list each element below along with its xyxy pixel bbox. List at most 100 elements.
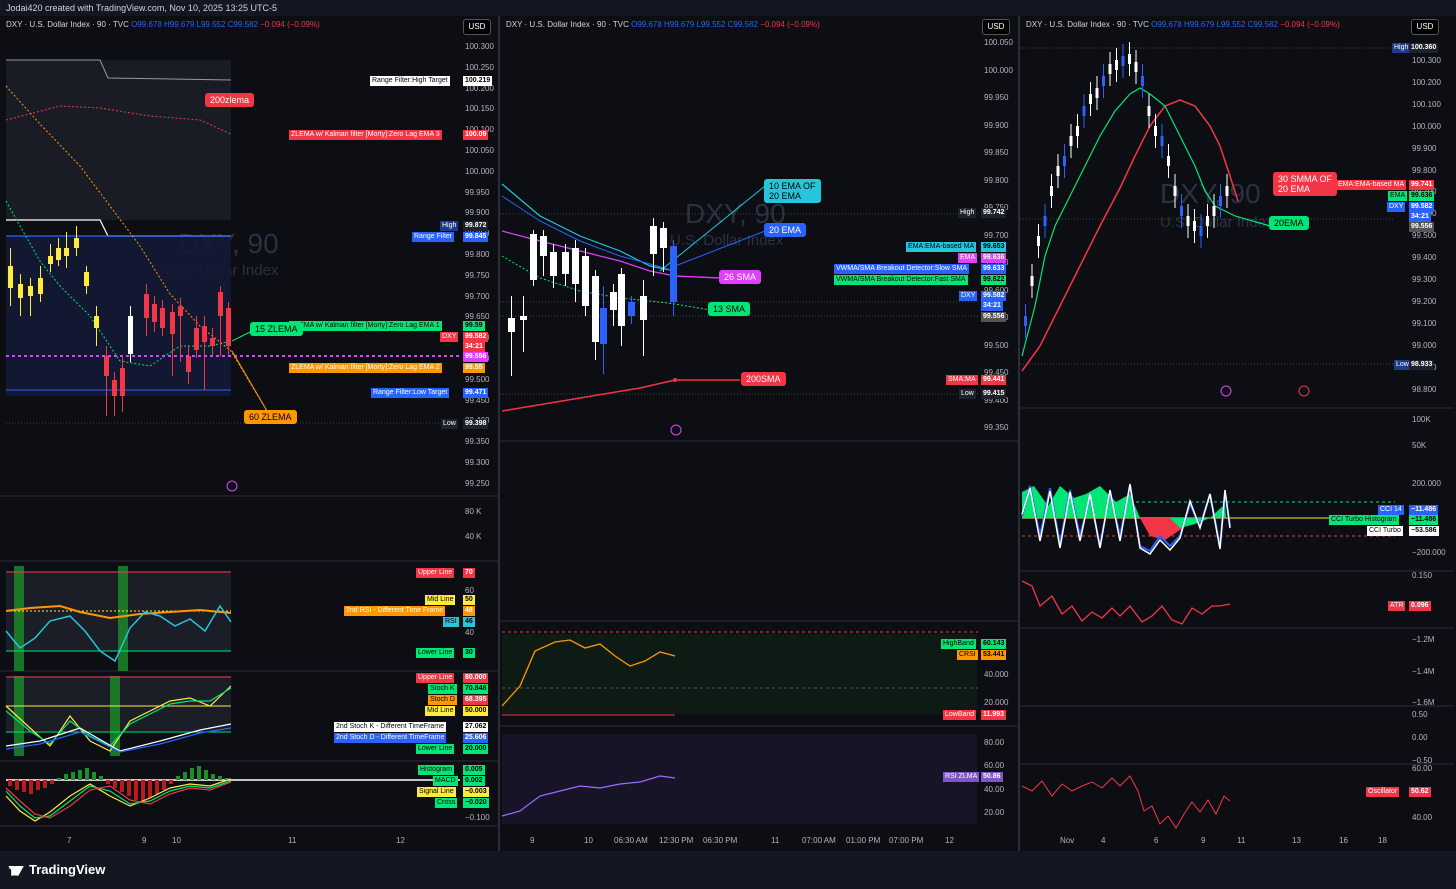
neg-tick: −1.4M [1412, 667, 1435, 676]
price-tick: 100.000 [1412, 121, 1441, 131]
callout-20ema: 20EMA [1269, 216, 1309, 230]
x-tick: 07:00 PM [889, 836, 924, 845]
high-value: 99.872 [463, 221, 489, 231]
candle [520, 316, 527, 320]
x-tick: 18 [1378, 836, 1387, 845]
range-high-label: Range Filter:High Target [370, 76, 450, 86]
panel3-plot [1020, 42, 1454, 829]
cci-turbo-value: −53.586 [1409, 526, 1439, 536]
candle [650, 226, 657, 254]
macd-tick: −0.100 [465, 813, 490, 822]
rsi-upper-value: 70 [463, 568, 475, 578]
volume-tick: 80 K [465, 507, 482, 516]
stoch-k-label: Stoch K [428, 684, 457, 694]
x-tick: 9 [1201, 836, 1206, 845]
ema-value: 99.636 [1409, 191, 1435, 201]
candle [1069, 136, 1073, 146]
cross-value: −0.020 [463, 798, 489, 808]
price-tick: 99.500 [984, 340, 1009, 350]
neg-tick: −1.6M [1412, 698, 1435, 707]
zlema1-value: 99.59 [463, 321, 485, 331]
x-tick: 7 [67, 836, 72, 845]
candle [1024, 316, 1027, 326]
candle [1147, 106, 1151, 116]
macd-hist-value: 0.005 [463, 765, 485, 775]
callout-30-smma-of-20-ema: 30 SMMA OF 20 EMA [1273, 172, 1338, 196]
osc-tick: 40.00 [1412, 813, 1433, 822]
stoch-mid-value: 50.000 [463, 706, 489, 716]
candle [572, 248, 579, 284]
candle [618, 274, 625, 326]
price-tick: 99.350 [984, 423, 1009, 432]
x-tick: 12 [396, 836, 405, 845]
candle [170, 312, 175, 334]
x-tick: 07:00 AM [802, 836, 836, 845]
high-value: 99.742 [981, 208, 1007, 218]
callout-26-sma: 26 SMA [719, 270, 762, 284]
macd-histogram-bar [190, 768, 194, 780]
callout-15-zlema: 15 ZLEMA [250, 322, 303, 336]
price-tick: 99.400 [1412, 253, 1437, 263]
price-tick: 99.200 [1412, 296, 1437, 306]
low-label: Low [959, 389, 976, 399]
candle [28, 286, 33, 296]
x-tick: 9 [142, 836, 147, 845]
x-tick: 11 [288, 836, 297, 845]
macd-histogram-bar [162, 780, 166, 790]
ema-label: EMA [958, 253, 978, 263]
candle [1141, 76, 1144, 86]
atr-value: 0.096 [1409, 601, 1431, 611]
candle [1154, 126, 1157, 136]
chart-panel-1[interactable]: DXY · U.S. Dollar Index · 90 · TVC O99.6… [0, 16, 500, 851]
volume-tick: 50K [1412, 441, 1427, 450]
grey-price: 99.556 [981, 312, 1007, 322]
candle [562, 252, 569, 274]
macd-value: 0.002 [463, 776, 485, 786]
tradingview-logo[interactable]: TradingView [8, 862, 105, 877]
price-tick: 99.850 [984, 148, 1009, 157]
price-tick: 99.900 [465, 208, 490, 218]
chart-panel-2[interactable]: DXY · U.S. Dollar Index · 90 · TVC O99.6… [500, 16, 1020, 851]
candle [104, 356, 109, 376]
x-tick: 4 [1101, 836, 1106, 845]
candle [94, 316, 99, 328]
atr-label: ATR [1388, 601, 1406, 611]
lowband-label: LowBand [943, 710, 977, 720]
candle [600, 308, 607, 344]
osc-tick: 60.00 [1412, 764, 1433, 773]
rsi-mid-value: 50 [463, 595, 475, 605]
signal-label: Signal Line [417, 787, 456, 797]
rsi-upper-label: Upper Line [416, 568, 455, 578]
cci-tick: 200.000 [1412, 479, 1441, 488]
callout-10-ema-of-20-ema: 10 EMA OF 20 EMA [764, 179, 821, 203]
candle [210, 338, 215, 346]
candle [48, 256, 53, 264]
cci-tick: −200.000 [1412, 548, 1446, 557]
mid-tick: 0.00 [1412, 733, 1428, 742]
rsi-tick: 60 [465, 586, 474, 595]
high-value: 100.360 [1409, 43, 1439, 53]
chart-attribution: Jodai420 created with TradingView.com, N… [0, 0, 1456, 16]
price-tick: 99.500 [465, 374, 490, 384]
dxy-label: DXY [959, 291, 978, 301]
oscillator-value: 50.62 [1409, 787, 1431, 797]
candle [194, 328, 199, 350]
dxy-price: 99.582 [981, 291, 1007, 301]
stoch-upper-value: 80.000 [463, 673, 489, 683]
zlema3-value: 100.09 [463, 130, 489, 140]
stoch-mid-label: Mid Line [425, 706, 456, 716]
candle [1089, 94, 1092, 104]
rsi-mid-label: Mid Line [425, 595, 456, 605]
price-tick: 100.300 [465, 42, 494, 51]
x-tick: 10 [584, 836, 593, 845]
candle [640, 296, 647, 320]
price-tick: 99.800 [984, 175, 1009, 185]
rsi2-value: 48 [463, 606, 475, 616]
chart-panel-3[interactable]: DXY · U.S. Dollar Index · 90 · TVC O99.6… [1020, 16, 1456, 851]
volume-tick: 100K [1412, 415, 1431, 424]
callout-200sma: 200SMA [741, 372, 786, 386]
macd-histogram-bar [71, 772, 75, 780]
rsizlma-tick: 20.00 [984, 808, 1005, 817]
candle [226, 308, 231, 346]
slow-sma-value: 99.633 [981, 264, 1007, 274]
